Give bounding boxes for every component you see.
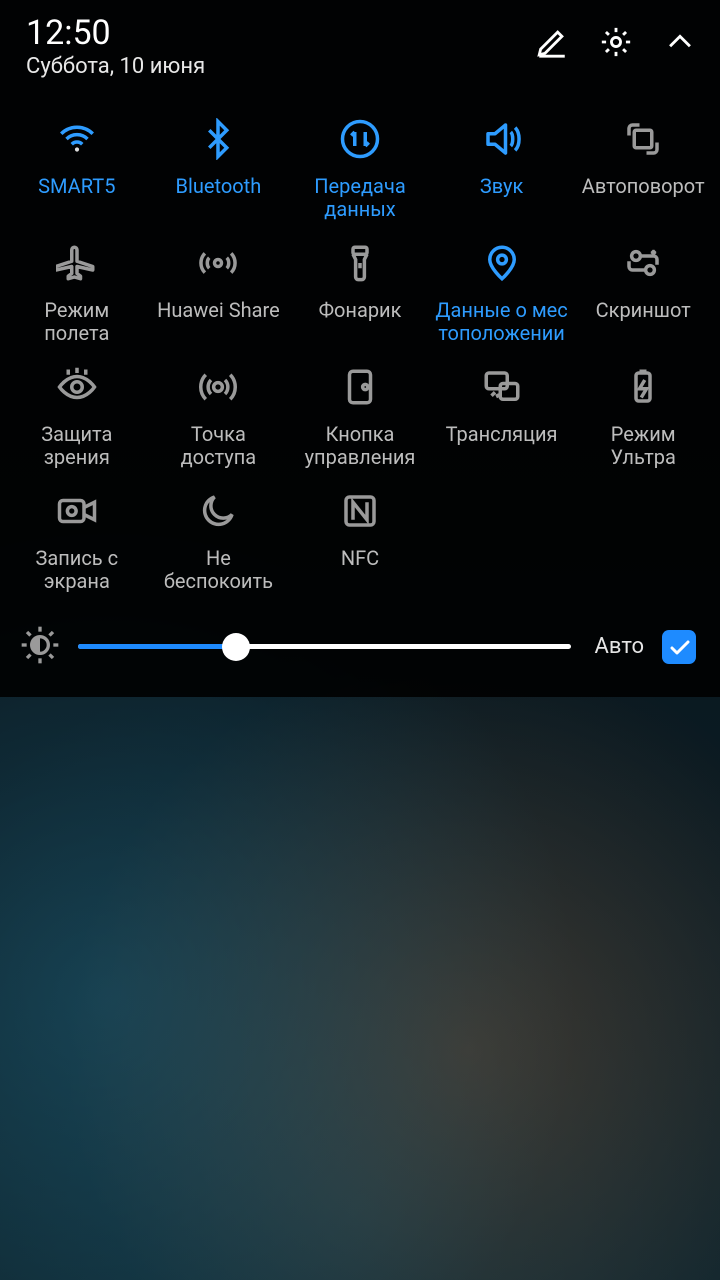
navbtn-icon [338,365,382,409]
data-icon [338,117,382,161]
tile-label: Bluetooth [172,175,266,199]
dnd-icon [196,489,240,533]
tile-label: Автоповорот [578,175,709,199]
tile-nfc[interactable]: NFC [289,489,431,599]
tile-flashlight[interactable]: Фонарик [289,241,431,351]
panel-header: 12:50 Суббота, 10 июня [0,12,720,89]
tile-label: SMART5 [34,175,119,199]
hotspot-icon [196,365,240,409]
location-icon [480,241,524,285]
tile-label: Не беспокоить [148,547,290,594]
clock-block: 12:50 Суббота, 10 июня [26,16,534,79]
screenshot-icon [621,241,665,285]
pencil-icon [535,25,569,59]
eyecomfort-icon [55,365,99,409]
tile-label: Huawei Share [153,299,284,323]
tile-screenrec[interactable]: Запись с экрана [6,489,148,599]
tile-label: Звук [476,175,527,199]
auto-brightness-checkbox[interactable] [662,630,696,664]
wifi-icon [55,117,99,161]
tile-label: Запись с экрана [6,547,148,594]
tiles-grid: SMART5 Bluetooth Передача данных Звук Автопо… [0,89,720,607]
tile-cast[interactable]: Трансляция [431,365,573,475]
sound-icon [480,117,524,161]
tile-label: Точка доступа [148,423,290,470]
hshare-icon [196,241,240,285]
tile-sound[interactable]: Звук [431,117,573,227]
tile-navbtn[interactable]: Кнопка управления [289,365,431,475]
quick-settings-panel: 12:50 Суббота, 10 июня SMART5 Bluetooth Пе… [0,0,720,697]
brightness-slider[interactable] [78,635,571,659]
tile-label: Режим Ультра [572,423,714,470]
check-icon [668,636,690,658]
tile-screenshot[interactable]: Скриншот [572,241,714,351]
tile-wifi[interactable]: SMART5 [6,117,148,227]
tile-ultra[interactable]: Режим Ультра [572,365,714,475]
tile-label: NFC [337,547,383,571]
tile-label: Данные о мес тоположении [431,299,573,346]
tile-label: Трансляция [442,423,562,447]
gear-icon [599,25,633,59]
tile-label: Скриншот [592,299,695,323]
tile-data[interactable]: Передача данных [289,117,431,227]
brightness-row: Авто [0,607,720,675]
time-text: 12:50 [26,16,534,52]
settings-button[interactable] [598,24,634,60]
rotate-icon [621,117,665,161]
tile-eyecomfort[interactable]: Защита зрения [6,365,148,475]
airplane-icon [55,241,99,285]
tile-airplane[interactable]: Режим полета [6,241,148,351]
tile-label: Фонарик [315,299,406,323]
ultra-icon [621,365,665,409]
tile-rotate[interactable]: Автоповорот [572,117,714,227]
tile-label: Передача данных [289,175,431,222]
slider-thumb[interactable] [222,633,250,661]
edit-button[interactable] [534,24,570,60]
tile-label: Режим полета [6,299,148,346]
tile-dnd[interactable]: Не беспокоить [148,489,290,599]
date-text: Суббота, 10 июня [26,54,534,79]
tile-bluetooth[interactable]: Bluetooth [148,117,290,227]
tile-hshare[interactable]: Huawei Share [148,241,290,351]
nfc-icon [338,489,382,533]
flashlight-icon [338,241,382,285]
collapse-button[interactable] [662,24,698,60]
screenrec-icon [55,489,99,533]
tile-label: Кнопка управления [289,423,431,470]
tile-location[interactable]: Данные о мес тоположении [431,241,573,351]
bluetooth-icon [196,117,240,161]
chevron-up-icon [663,25,697,59]
auto-brightness-label: Авто [595,634,644,659]
cast-icon [480,365,524,409]
brightness-icon [20,625,60,669]
tile-hotspot[interactable]: Точка доступа [148,365,290,475]
tile-label: Защита зрения [6,423,148,470]
